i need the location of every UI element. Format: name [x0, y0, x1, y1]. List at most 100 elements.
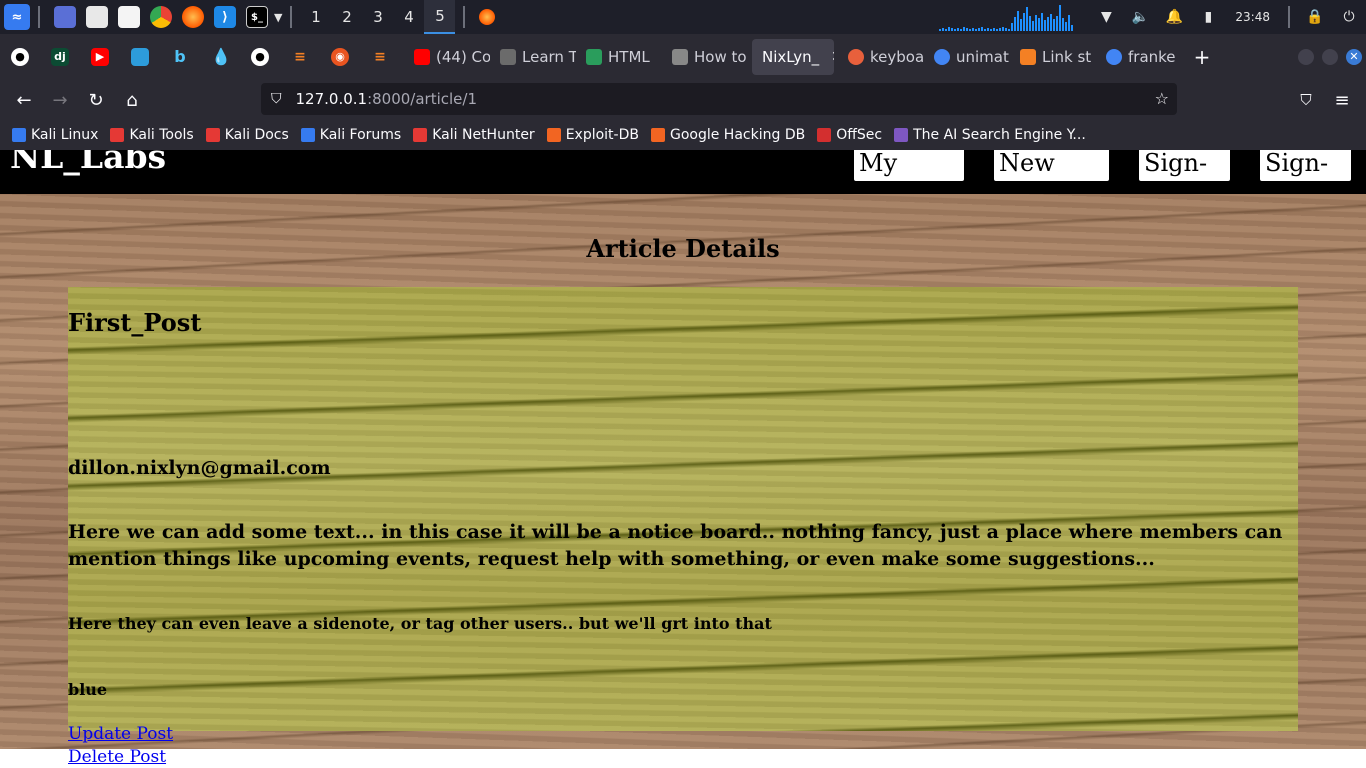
workspace-2[interactable]: 2 — [331, 0, 362, 34]
bookmark-google-hacking-db[interactable]: Google Hacking DB — [650, 127, 805, 143]
pinned-tab-ubuntu[interactable]: ◉ — [320, 34, 360, 80]
bookmark-label: Kali Linux — [31, 127, 99, 143]
tab-html[interactable]: HTML — [576, 34, 662, 80]
minimize-button[interactable] — [1298, 49, 1314, 65]
tab-label: Link st — [1042, 48, 1092, 66]
article-card — [68, 287, 1298, 731]
tab-label: How to — [694, 48, 747, 66]
bookmark-ai-search[interactable]: The AI Search Engine Y... — [894, 127, 1086, 143]
workspace-5[interactable]: 5 — [424, 0, 456, 34]
firefox-icon[interactable] — [182, 6, 204, 28]
bookmark-star-icon[interactable]: ☆ — [1155, 89, 1169, 108]
tab-how-to[interactable]: How to — [662, 34, 748, 80]
bookmark-kali-nethunter[interactable]: Kali NetHunter — [413, 127, 535, 143]
bookmark-exploit-db[interactable]: Exploit-DB — [546, 127, 639, 143]
home-button[interactable]: ⌂ — [114, 82, 150, 118]
bookmark-kali-linux[interactable]: Kali Linux — [12, 127, 98, 143]
url-host: 127.0.0.1 — [295, 90, 368, 108]
cpu-graph — [939, 3, 1079, 31]
nav-new-post-button[interactable]: New Post — [994, 150, 1109, 212]
tab-link-st[interactable]: Link st — [1010, 34, 1096, 80]
bookmark-kali-tools[interactable]: Kali Tools — [110, 127, 194, 143]
url-path: :8000/article/1 — [367, 90, 478, 108]
workspace-3[interactable]: 3 — [362, 0, 393, 34]
site-brand[interactable]: NL_Labs — [10, 150, 166, 176]
shield-icon[interactable]: ⛉ — [271, 91, 282, 107]
terminal-icon[interactable]: $_ — [246, 6, 268, 28]
stackoverflow-icon — [1020, 49, 1036, 65]
url-bar[interactable]: ⛉ 127.0.0.1:8000/article/1 ☆ — [261, 83, 1177, 115]
bookmark-kali-forums[interactable]: Kali Forums — [300, 127, 402, 143]
page-heading: Article Details — [586, 234, 780, 263]
tab-franke[interactable]: franke — [1096, 34, 1182, 80]
kali-menu-icon[interactable]: ≈ — [4, 4, 30, 30]
pinned-tab-django[interactable]: dj — [40, 34, 80, 80]
drop-icon: 💧 — [211, 47, 231, 66]
pinned-tab-drop[interactable]: 💧 — [200, 34, 240, 80]
forward-button[interactable]: → — [42, 82, 78, 118]
pinned-tab-bing[interactable]: b — [160, 34, 200, 80]
bookmark-label: Kali NetHunter — [432, 127, 535, 143]
bookmark-label: Kali Forums — [319, 127, 402, 143]
file-manager-icon[interactable] — [86, 6, 108, 28]
nav-my-dash-button[interactable]: My Dash — [854, 150, 964, 212]
tab-keyboard[interactable]: keyboa — [838, 34, 924, 80]
offsec-icon — [817, 128, 832, 142]
tab-label: (44) Co — [436, 48, 490, 66]
bookmark-label: Kali Docs — [224, 127, 289, 143]
volume-icon[interactable]: 🔈 — [1131, 8, 1149, 26]
post-author: dillon.nixlyn@gmail.com — [68, 457, 331, 479]
close-window-button[interactable]: ✕ — [1346, 49, 1362, 65]
lock-icon[interactable]: 🔒 — [1306, 8, 1324, 26]
bookmark-label: Exploit-DB — [565, 127, 639, 143]
update-post-link[interactable]: Update Post — [68, 724, 173, 744]
workspace-1[interactable]: 1 — [300, 0, 331, 34]
nethunter-icon — [413, 128, 428, 142]
post-note: Here they can even leave a sidenote, or … — [68, 614, 772, 633]
desktop-icon[interactable] — [54, 6, 76, 28]
browser-nav-bar: ← → ↻ ⌂ ⛉ 127.0.0.1:8000/article/1 ☆ ⛉ ≡ — [0, 80, 1366, 120]
power-icon[interactable]: ⏻ — [1340, 8, 1358, 26]
reload-button[interactable]: ↻ — [78, 82, 114, 118]
close-icon[interactable]: ✕ — [831, 49, 834, 65]
post-body: Here we can add some text... in this cas… — [68, 521, 1283, 570]
pinned-tab-youtube[interactable]: ▶ — [80, 34, 120, 80]
wifi-icon[interactable]: ▼ — [1097, 8, 1115, 26]
new-tab-button[interactable]: + — [1182, 45, 1222, 69]
taskbar-separator — [463, 6, 466, 28]
notification-bell-icon[interactable]: 🔔 — [1165, 8, 1183, 26]
ubuntu-icon: ◉ — [331, 48, 349, 66]
pocket-icon[interactable]: ⛉ — [1288, 82, 1324, 118]
maximize-button[interactable] — [1322, 49, 1338, 65]
pinned-tab-github[interactable]: ● — [0, 34, 40, 80]
web-page: NL_Labs My Dash New Post Sign-In Sign-In… — [0, 150, 1366, 768]
nav-sign-in-button[interactable]: Sign-In — [1139, 150, 1230, 212]
tab-unimat[interactable]: unimat — [924, 34, 1010, 80]
clock[interactable]: 23:48 — [1235, 10, 1270, 24]
pinned-tab-stackoverflow[interactable]: ≡ — [280, 34, 320, 80]
vscode-icon[interactable]: ⟩ — [214, 6, 236, 28]
bookmark-kali-docs[interactable]: Kali Docs — [205, 127, 289, 143]
chrome-icon[interactable] — [150, 6, 172, 28]
text-editor-icon[interactable] — [118, 6, 140, 28]
firefox-window-icon[interactable] — [479, 9, 496, 25]
bing-icon: b — [174, 47, 186, 66]
exploit-db-icon — [546, 128, 561, 142]
back-button[interactable]: ← — [6, 82, 42, 118]
menu-icon[interactable]: ≡ — [1324, 82, 1360, 118]
browser-tab-strip: ● dj ▶ b 💧 ● ≡ ◉ ≡ (44) Co Learn T HTML … — [0, 34, 1366, 80]
workspace-4[interactable]: 4 — [393, 0, 424, 34]
tab-learn[interactable]: Learn T — [490, 34, 576, 80]
pinned-tab-app[interactable] — [120, 34, 160, 80]
tab-label: NixLyn_ — [762, 48, 820, 66]
window-controls: ✕ — [1294, 34, 1366, 80]
delete-post-link[interactable]: Delete Post — [68, 747, 166, 767]
pinned-tab-github-2[interactable]: ● — [240, 34, 280, 80]
bookmark-offsec[interactable]: OffSec — [817, 127, 882, 143]
pinned-tab-stackoverflow-2[interactable]: ≡ — [360, 34, 400, 80]
battery-icon[interactable]: ▮ — [1199, 8, 1217, 26]
nav-sign-in-button-2[interactable]: Sign-In — [1260, 150, 1351, 212]
tab-nixlyn[interactable]: NixLyn_ ✕ — [752, 39, 834, 75]
tab-youtube[interactable]: (44) Co — [404, 34, 490, 80]
chevron-down-icon[interactable]: ▼ — [274, 11, 282, 24]
